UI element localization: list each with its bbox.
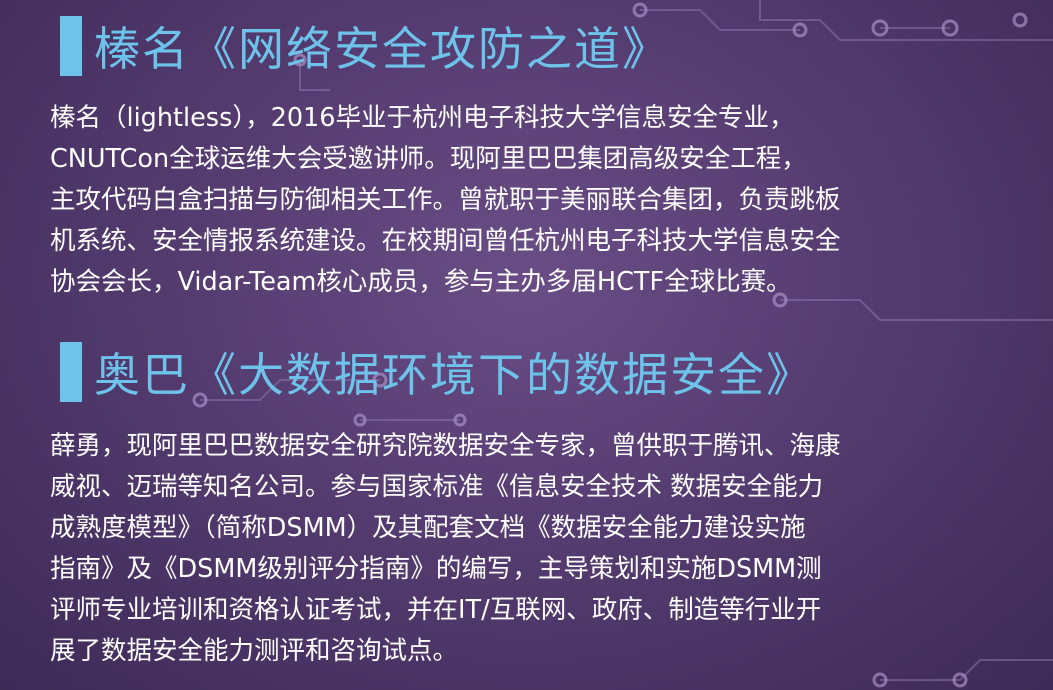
heading-accent-bar — [60, 342, 82, 402]
speaker-heading-2: 奥巴《大数据环境下的数据安全》 — [0, 332, 1053, 412]
speaker-section-2: 奥巴《大数据环境下的数据安全》 薛勇，现阿里巴巴数据安全研究院数据安全专家，曾供… — [0, 332, 1053, 672]
speaker-bio-1: 榛名（lightless），2016毕业于杭州电子科技大学信息安全专业， CNU… — [50, 103, 841, 297]
speaker-title-1: 榛名《网络安全攻防之道》 — [94, 22, 670, 76]
speaker-section-1: 榛名《网络安全攻防之道》 榛名（lightless），2016毕业于杭州电子科技… — [0, 6, 1053, 303]
speaker-bio-2: 薛勇，现阿里巴巴数据安全研究院数据安全专家，曾供职于腾讯、海康 威视、迈瑞等知名… — [50, 431, 841, 666]
speaker-title-2: 奥巴《大数据环境下的数据安全》 — [94, 348, 814, 402]
speaker-heading-1: 榛名《网络安全攻防之道》 — [0, 6, 1053, 86]
slide: { "speaker1": { "heading": "榛名《网络安全攻防之道》… — [0, 0, 1053, 690]
heading-accent-bar — [60, 16, 82, 76]
